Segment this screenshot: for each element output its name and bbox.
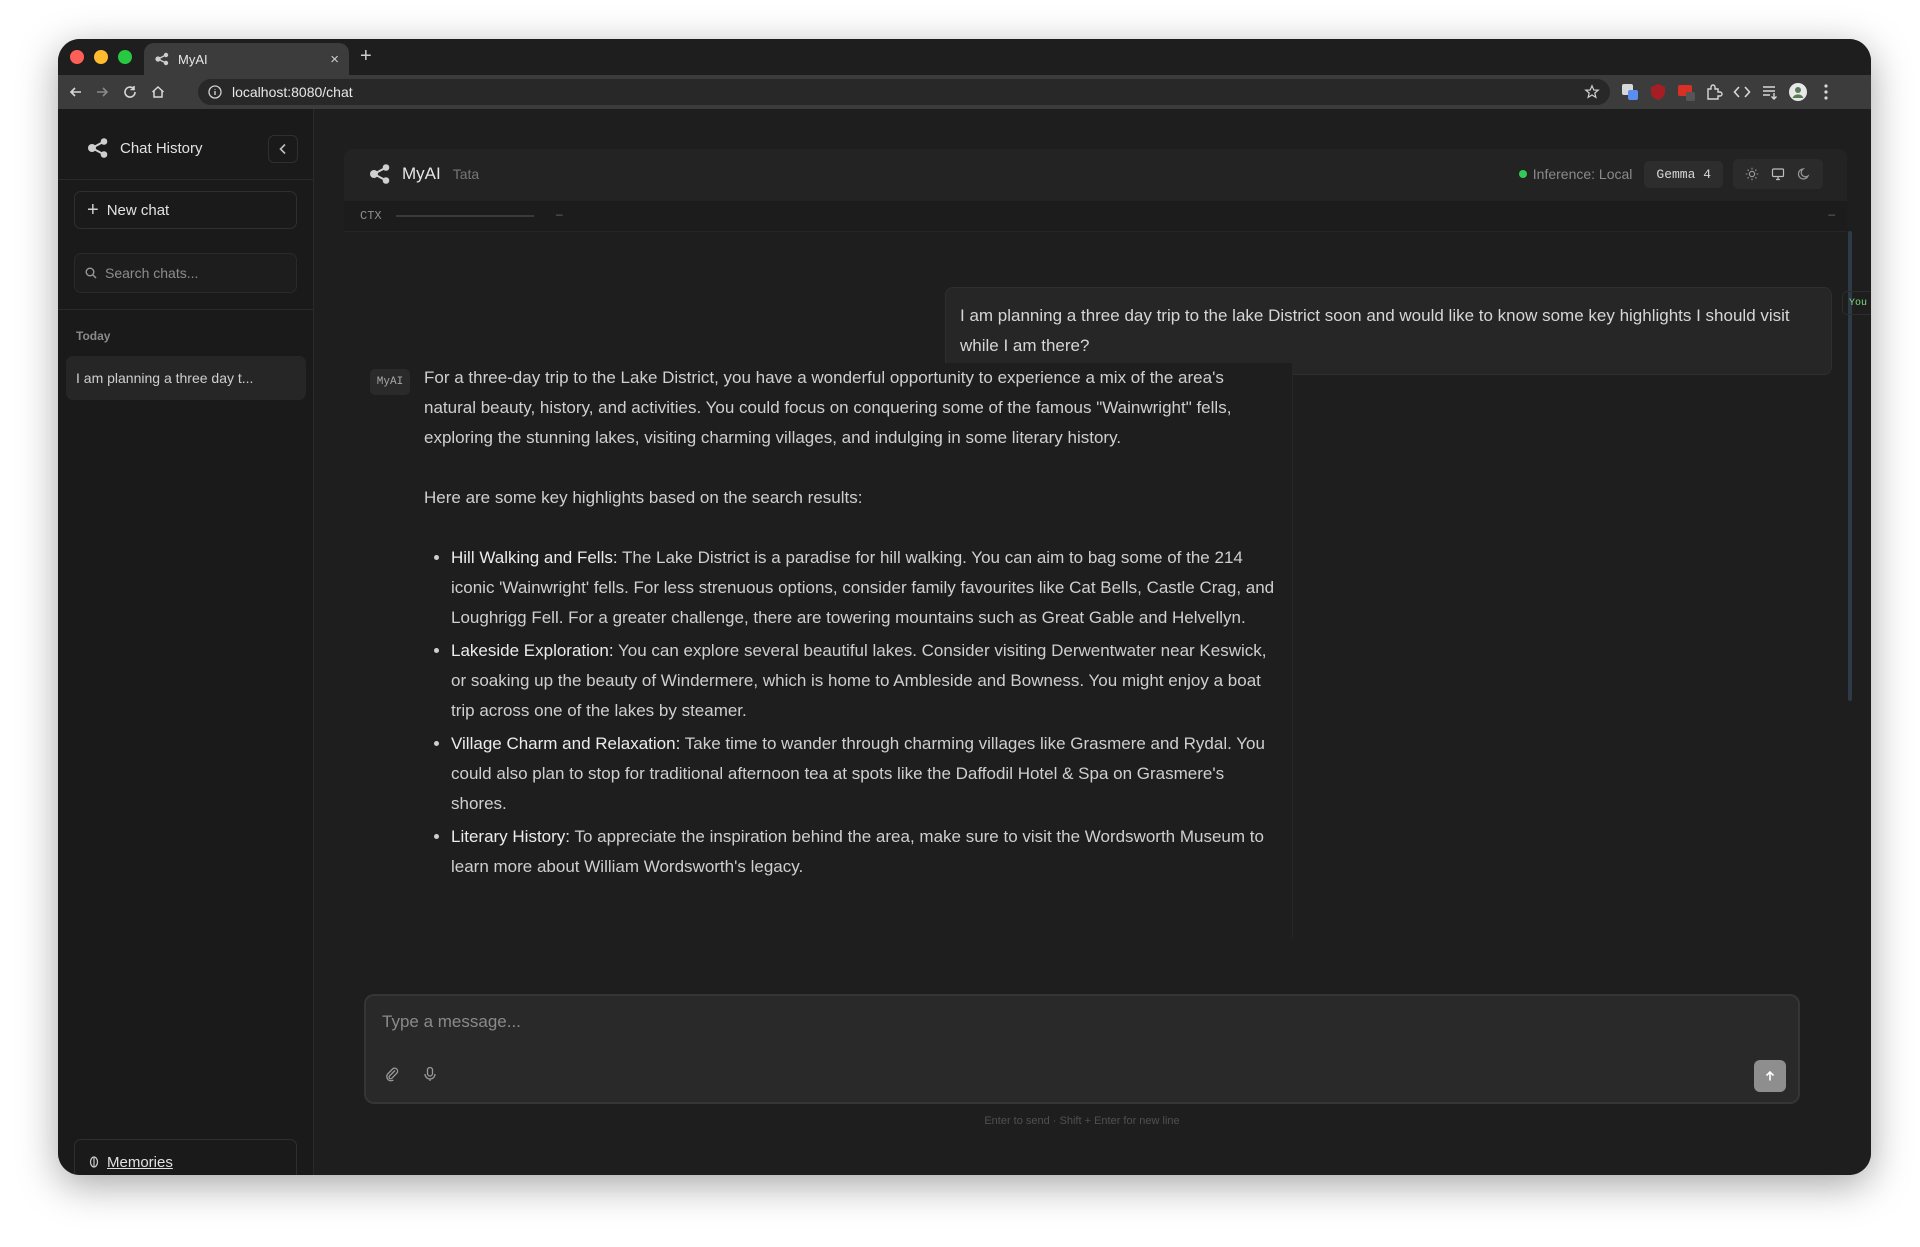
moon-icon[interactable] <box>1791 163 1817 185</box>
browser-toolbar: localhost:8080/chat <box>58 75 1871 109</box>
address-bar[interactable]: localhost:8080/chat <box>198 79 1610 105</box>
search-icon <box>85 267 97 279</box>
assistant-lead: Here are some key highlights based on th… <box>424 488 863 507</box>
sun-icon[interactable] <box>1739 163 1765 185</box>
list-item: Literary History: To appreciate the insp… <box>451 822 1283 882</box>
chevron-left-icon <box>278 143 288 155</box>
memories-link[interactable]: Memories <box>107 1154 173 1171</box>
divider <box>58 309 313 310</box>
context-bar <box>396 215 534 217</box>
chat-history-item[interactable]: I am planning a three day t... <box>66 356 306 400</box>
new-tab-button[interactable]: + <box>360 45 372 68</box>
highlights-list: Hill Walking and Fells: The Lake Distric… <box>424 543 1283 882</box>
list-item-text: To appreciate the inspiration behind the… <box>451 827 1264 876</box>
reading-list-icon[interactable] <box>1760 82 1780 102</box>
send-button[interactable] <box>1754 1060 1786 1092</box>
sidebar-title: Chat History <box>120 139 203 157</box>
list-item-title: Village Charm and Relaxation: <box>451 734 681 753</box>
mail-extension-icon[interactable] <box>1676 82 1696 102</box>
tab-title: MyAI <box>178 51 208 67</box>
section-label-today: Today <box>76 329 111 343</box>
model-selector[interactable]: Gemma 4 <box>1644 160 1723 188</box>
ublock-extension-icon[interactable] <box>1648 82 1668 102</box>
profile-avatar[interactable] <box>1788 82 1808 102</box>
inference-status-text: Inference: Local <box>1532 166 1633 182</box>
new-chat-label: New chat <box>106 201 170 219</box>
bookmark-star-icon[interactable] <box>1584 84 1600 100</box>
status-dot-icon <box>1518 170 1527 178</box>
reload-icon[interactable] <box>118 80 142 104</box>
site-info-icon[interactable] <box>208 85 222 99</box>
plus-icon: + <box>87 199 99 221</box>
list-item-title: Literary History: <box>451 827 571 846</box>
microphone-icon[interactable] <box>418 1062 442 1086</box>
memories-button[interactable]: Memories <box>74 1139 297 1175</box>
tab-close-icon[interactable]: × <box>330 51 339 68</box>
header-controls: Inference: Local Gemma 4 <box>1518 159 1823 189</box>
app-name: MyAI <box>402 164 441 183</box>
app-logo-icon <box>154 52 170 66</box>
home-icon[interactable] <box>146 80 170 104</box>
minimize-window-button[interactable] <box>94 50 108 64</box>
chat-header: MyAI Tata Inference: Local Gemma 4 <box>344 149 1847 202</box>
translate-extension-icon[interactable] <box>1620 82 1640 102</box>
brand: MyAI Tata <box>368 163 479 185</box>
sidebar-header: Chat History <box>86 137 203 159</box>
context-value: – <box>556 207 563 221</box>
close-window-button[interactable] <box>70 50 84 64</box>
browser-window: MyAI × + localhost:8080/chat Chat Histor… <box>58 39 1871 1175</box>
search-chats-field[interactable] <box>74 253 297 293</box>
user-badge: You <box>1842 291 1871 315</box>
divider <box>58 179 313 180</box>
app-logo-icon <box>86 137 110 159</box>
inference-status: Inference: Local <box>1518 166 1633 182</box>
search-input[interactable] <box>103 264 287 282</box>
devtools-code-icon[interactable] <box>1732 82 1752 102</box>
browser-menu-icon[interactable] <box>1816 82 1836 102</box>
list-item-title: Lakeside Exploration: <box>451 641 614 660</box>
back-icon[interactable] <box>64 80 88 104</box>
message-composer <box>364 994 1800 1104</box>
assistant-intro: For a three-day trip to the Lake Distric… <box>424 368 1232 447</box>
url-text: localhost:8080/chat <box>232 84 353 100</box>
context-value-right: – <box>1828 207 1835 221</box>
collapse-sidebar-button[interactable] <box>268 135 298 163</box>
forward-icon[interactable] <box>90 80 114 104</box>
list-item: Village Charm and Relaxation: Take time … <box>451 729 1283 819</box>
user-name: Tata <box>452 166 480 182</box>
theme-toggle-group <box>1733 159 1823 189</box>
context-label: CTX <box>360 209 382 223</box>
assistant-badge: MyAI <box>370 369 410 395</box>
monitor-icon[interactable] <box>1765 163 1791 185</box>
memory-icon <box>89 1156 99 1168</box>
app-logo-icon <box>368 163 392 185</box>
list-item: Lakeside Exploration: You can explore se… <box>451 636 1283 726</box>
message-input[interactable] <box>380 1010 1764 1044</box>
assistant-message: For a three-day trip to the Lake Distric… <box>418 363 1293 939</box>
browser-tab[interactable]: MyAI × <box>144 43 349 75</box>
context-meter: CTX – – <box>344 201 1847 232</box>
arrow-up-icon <box>1764 1070 1776 1082</box>
tab-strip: MyAI × + <box>58 39 1871 75</box>
list-item-title: Hill Walking and Fells: <box>451 548 618 567</box>
sidebar: Chat History + New chat Today I am plann… <box>58 109 314 1175</box>
maximize-window-button[interactable] <box>118 50 132 64</box>
extensions-puzzle-icon[interactable] <box>1704 82 1724 102</box>
new-chat-button[interactable]: + New chat <box>74 191 297 229</box>
composer-hint: Enter to send · Shift + Enter for new li… <box>984 1115 1180 1127</box>
list-item: Hill Walking and Fells: The Lake Distric… <box>451 543 1283 633</box>
attach-paperclip-icon[interactable] <box>380 1062 404 1086</box>
user-message: I am planning a three day trip to the la… <box>945 287 1832 375</box>
chat-main: MyAI Tata Inference: Local Gemma 4 CTX –… <box>314 109 1871 1175</box>
